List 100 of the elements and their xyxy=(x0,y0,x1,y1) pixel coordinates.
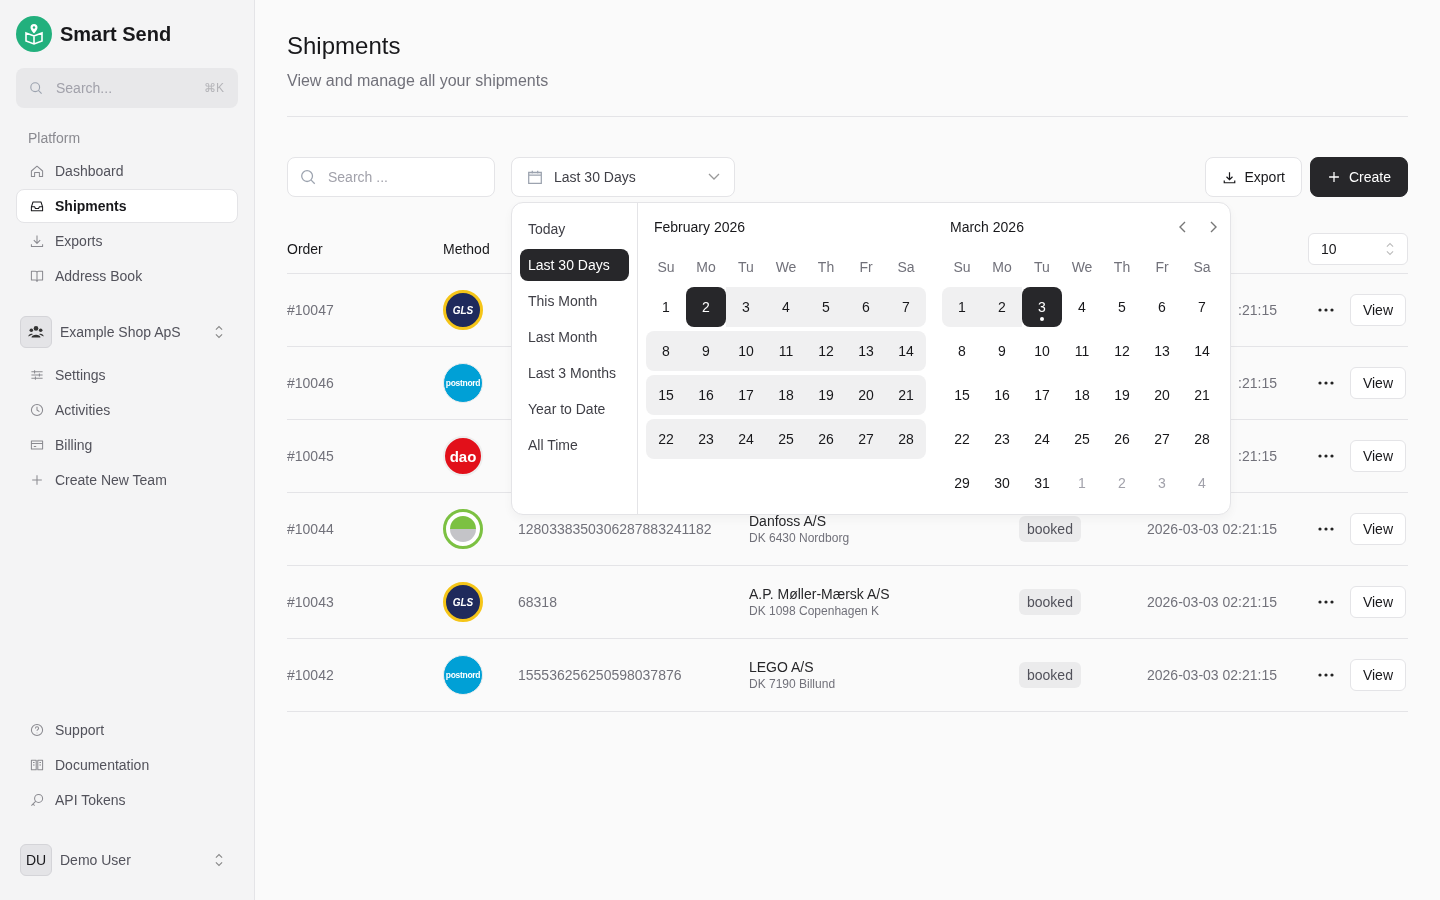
more-icon[interactable] xyxy=(1317,454,1334,458)
calendar-day[interactable]: 14 xyxy=(1182,331,1222,371)
calendar-day[interactable]: 5 xyxy=(806,287,846,327)
calendar-day[interactable]: 9 xyxy=(982,331,1022,371)
calendar-day[interactable]: 6 xyxy=(1142,287,1182,327)
calendar-day[interactable]: 24 xyxy=(1022,419,1062,459)
view-button[interactable]: View xyxy=(1349,367,1406,399)
calendar-day[interactable]: 3 xyxy=(726,287,766,327)
calendar-day[interactable]: 8 xyxy=(942,331,982,371)
calendar-day[interactable]: 8 xyxy=(646,331,686,371)
calendar-day[interactable]: 7 xyxy=(886,287,926,327)
view-button[interactable]: View xyxy=(1349,440,1406,472)
more-icon[interactable] xyxy=(1317,381,1334,385)
calendar-day[interactable]: 18 xyxy=(1062,375,1102,415)
view-button[interactable]: View xyxy=(1349,294,1406,326)
search-field[interactable]: Search ... xyxy=(287,157,495,197)
calendar-day[interactable]: 11 xyxy=(766,331,806,371)
preset-option[interactable]: Last 3 Months xyxy=(520,357,629,389)
calendar-day[interactable]: 22 xyxy=(942,419,982,459)
nav-item[interactable]: Address Book xyxy=(16,259,238,293)
calendar-day[interactable]: 25 xyxy=(766,419,806,459)
calendar-day[interactable]: 30 xyxy=(982,463,1022,503)
chevrons-icon xyxy=(214,853,224,867)
calendar-day[interactable]: 18 xyxy=(766,375,806,415)
calendar-day[interactable]: 24 xyxy=(726,419,766,459)
preset-option[interactable]: All Time xyxy=(520,429,629,461)
calendar-day[interactable]: 16 xyxy=(982,375,1022,415)
page-size-select[interactable]: 10 xyxy=(1308,233,1408,265)
view-button[interactable]: View xyxy=(1349,513,1406,545)
calendar-day[interactable]: 27 xyxy=(846,419,886,459)
calendar-day[interactable]: 20 xyxy=(1142,375,1182,415)
calendar-day[interactable]: 3 xyxy=(1022,287,1062,327)
calendar-day[interactable]: 17 xyxy=(1022,375,1062,415)
calendar-day[interactable]: 10 xyxy=(726,331,766,371)
calendar-day[interactable]: 2 xyxy=(686,287,726,327)
calendar-day[interactable]: 21 xyxy=(886,375,926,415)
preset-option[interactable]: Last Month xyxy=(520,321,629,353)
calendar-day[interactable]: 13 xyxy=(846,331,886,371)
calendar-day[interactable]: 10 xyxy=(1022,331,1062,371)
nav-item[interactable]: Create New Team xyxy=(16,463,238,497)
nav-item[interactable]: Support xyxy=(16,713,238,747)
calendar-day[interactable]: 31 xyxy=(1022,463,1062,503)
nav-item[interactable]: Documentation xyxy=(16,748,238,782)
calendar-day[interactable]: 23 xyxy=(686,419,726,459)
nav-item[interactable]: Activities xyxy=(16,393,238,427)
calendar-day[interactable]: 15 xyxy=(646,375,686,415)
calendar-day[interactable]: 2 xyxy=(982,287,1022,327)
calendar-day[interactable]: 7 xyxy=(1182,287,1222,327)
calendar-day[interactable]: 19 xyxy=(806,375,846,415)
calendar-day[interactable]: 29 xyxy=(942,463,982,503)
calendar-day[interactable]: 1 xyxy=(942,287,982,327)
calendar-day[interactable]: 26 xyxy=(1102,419,1142,459)
calendar-day[interactable]: 28 xyxy=(1182,419,1222,459)
nav-item[interactable]: Shipments xyxy=(16,189,238,223)
calendar-day[interactable]: 17 xyxy=(726,375,766,415)
calendar-day[interactable]: 21 xyxy=(1182,375,1222,415)
more-icon[interactable] xyxy=(1317,527,1334,531)
preset-option[interactable]: Year to Date xyxy=(520,393,629,425)
export-button[interactable]: Export xyxy=(1204,157,1302,197)
view-button[interactable]: View xyxy=(1349,659,1406,691)
next-month-icon[interactable] xyxy=(1208,220,1218,234)
calendar-day[interactable]: 13 xyxy=(1142,331,1182,371)
preset-option[interactable]: Last 30 Days xyxy=(520,249,629,281)
previous-month-icon[interactable] xyxy=(1178,220,1188,234)
more-icon[interactable] xyxy=(1317,600,1334,604)
calendar-day[interactable]: 20 xyxy=(846,375,886,415)
date-range-select[interactable]: Last 30 Days xyxy=(511,157,735,197)
calendar-day[interactable]: 4 xyxy=(766,287,806,327)
calendar-day[interactable]: 22 xyxy=(646,419,686,459)
user-menu[interactable]: DU Demo User xyxy=(16,840,238,880)
nav-item[interactable]: API Tokens xyxy=(16,783,238,817)
calendar-day[interactable]: 14 xyxy=(886,331,926,371)
more-icon[interactable] xyxy=(1317,308,1334,312)
preset-option[interactable]: This Month xyxy=(520,285,629,317)
view-button[interactable]: View xyxy=(1349,586,1406,618)
calendar-day[interactable]: 4 xyxy=(1062,287,1102,327)
weekday-label: Fr xyxy=(1154,258,1170,277)
team-switcher[interactable]: Example Shop ApS xyxy=(16,312,238,352)
calendar-day[interactable]: 12 xyxy=(1102,331,1142,371)
calendar-day[interactable]: 6 xyxy=(846,287,886,327)
nav-item[interactable]: Billing xyxy=(16,428,238,462)
calendar-day[interactable]: 5 xyxy=(1102,287,1142,327)
nav-item[interactable]: Settings xyxy=(16,358,238,392)
more-icon[interactable] xyxy=(1317,673,1334,677)
preset-option[interactable]: Today xyxy=(520,213,629,245)
calendar-day[interactable]: 16 xyxy=(686,375,726,415)
calendar-day[interactable]: 11 xyxy=(1062,331,1102,371)
nav-item[interactable]: Exports xyxy=(16,224,238,258)
calendar-day[interactable]: 28 xyxy=(886,419,926,459)
create-button[interactable]: Create xyxy=(1309,157,1408,197)
calendar-day[interactable]: 23 xyxy=(982,419,1022,459)
nav-item[interactable]: Dashboard xyxy=(16,154,238,188)
calendar-day[interactable]: 12 xyxy=(806,331,846,371)
calendar-day[interactable]: 15 xyxy=(942,375,982,415)
calendar-day[interactable]: 25 xyxy=(1062,419,1102,459)
calendar-day[interactable]: 19 xyxy=(1102,375,1142,415)
calendar-day[interactable]: 26 xyxy=(806,419,846,459)
calendar-day[interactable]: 9 xyxy=(686,331,726,371)
calendar-day[interactable]: 1 xyxy=(646,287,686,327)
calendar-day[interactable]: 27 xyxy=(1142,419,1182,459)
